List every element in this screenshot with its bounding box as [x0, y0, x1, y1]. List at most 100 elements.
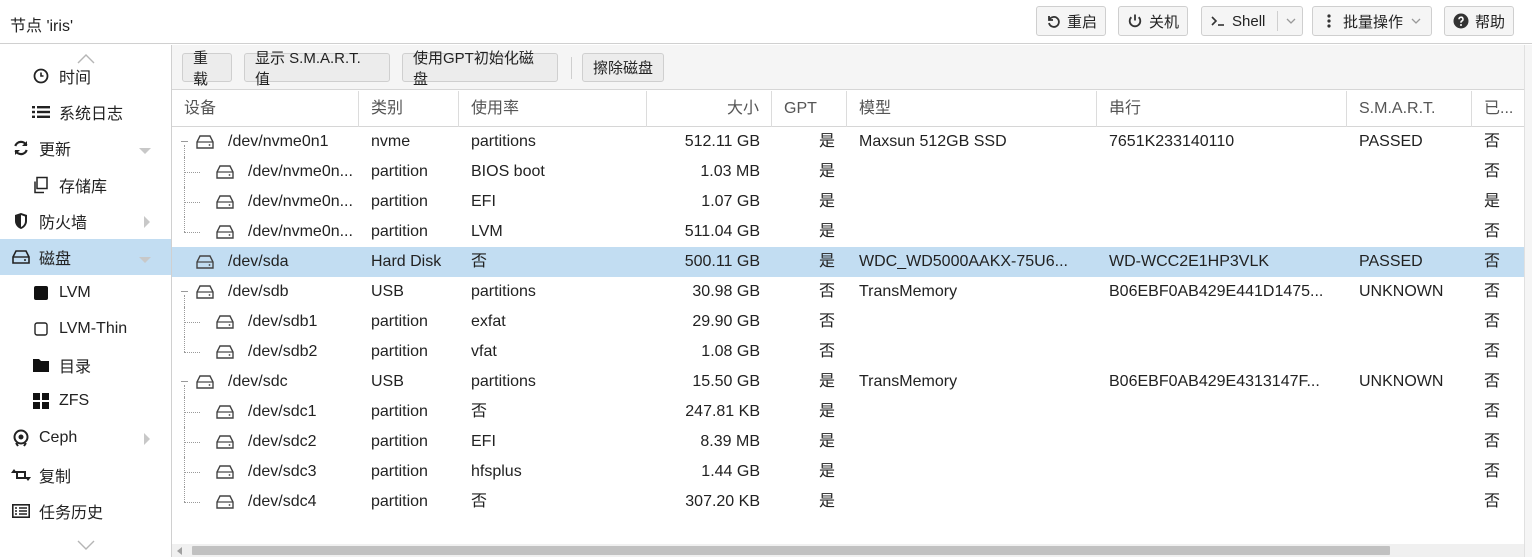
sidebar-item-syslog[interactable]: 系统日志 — [0, 94, 171, 130]
help-button[interactable]: 帮助 — [1444, 6, 1515, 36]
tree-expander[interactable] — [181, 141, 188, 142]
column-header-serial[interactable]: 串行 — [1097, 91, 1347, 127]
horizontal-scrollbar[interactable] — [172, 544, 1524, 557]
cell-gpt: 是 — [818, 463, 835, 480]
chevron-down-icon — [1409, 18, 1423, 24]
cell-smart — [1347, 427, 1472, 457]
cell-smart — [1347, 457, 1472, 487]
sidebar-item-firewall[interactable]: 防火墙 — [0, 203, 171, 239]
hdd-icon — [196, 285, 214, 299]
vertical-scrollbar[interactable] — [1524, 45, 1532, 557]
chevron-down-icon[interactable] — [0, 537, 171, 553]
cell-type: partition — [371, 403, 428, 420]
table-row[interactable]: /dev/sdc2 partition EFI 8.39 MB 是 否 — [172, 427, 1532, 457]
cell-usage: partitions — [471, 133, 536, 150]
table-row[interactable]: /dev/sdc3 partition hfsplus 1.44 GB 是 否 — [172, 457, 1532, 487]
caret-down-icon[interactable] — [139, 142, 151, 160]
table-row[interactable]: /dev/sdc1 partition 否 247.81 KB 是 否 — [172, 397, 1532, 427]
cell-type: partition — [371, 493, 428, 510]
table-row[interactable]: /dev/sdb2 partition vfat 1.08 GB 否 否 — [172, 337, 1532, 367]
cell-serial — [1097, 337, 1347, 367]
sidebar-item-label: Ceph — [39, 429, 78, 446]
table-row[interactable]: /dev/nvme0n1 nvme partitions 512.11 GB 是 Maxs… — [172, 127, 1532, 157]
table-row[interactable]: /dev/nvme0n... partition LVM 511.04 GB 是 否 — [172, 217, 1532, 247]
tree-connector — [184, 202, 200, 203]
shell-button[interactable]: Shell — [1201, 6, 1304, 36]
table-row[interactable]: /dev/sdc USB partitions 15.50 GB 是 TransMemor… — [172, 367, 1532, 397]
cell-size: 247.81 KB — [685, 403, 760, 420]
cell-usage: exfat — [471, 313, 506, 330]
cell-size: 500.11 GB — [684, 253, 760, 270]
table-row[interactable]: /dev/sdb1 partition exfat 29.90 GB 否 否 — [172, 307, 1532, 337]
sidebar-item-directory[interactable]: 目录 — [0, 347, 171, 383]
tree-connector — [184, 295, 185, 307]
chevron-down-icon[interactable] — [1284, 18, 1298, 24]
cell-mounted: 否 — [1484, 283, 1501, 300]
shutdown-button[interactable]: 关机 — [1118, 6, 1189, 36]
sidebar-item-label: 存储库 — [59, 179, 108, 196]
column-header-model[interactable]: 模型 — [847, 91, 1097, 127]
cell-gpt: 是 — [818, 223, 835, 240]
column-header-smart[interactable]: S.M.A.R.T. — [1347, 91, 1472, 127]
column-header-type[interactable]: 类别 — [359, 91, 459, 127]
sidebar-item-lvm[interactable]: LVM — [0, 275, 171, 311]
cell-model — [847, 337, 1097, 367]
square-outline-icon — [31, 319, 51, 339]
tree-connector — [184, 385, 185, 397]
sidebar-item-updates[interactable]: 更新 — [0, 130, 171, 166]
cell-gpt: 是 — [818, 253, 835, 270]
sidebar-item-label: 更新 — [39, 142, 72, 159]
cell-smart — [1347, 397, 1472, 427]
table-row[interactable]: /dev/nvme0n... partition EFI 1.07 GB 是 是 — [172, 187, 1532, 217]
cell-type: partition — [371, 313, 428, 330]
column-header-size[interactable]: 大小 — [647, 91, 772, 127]
table-row[interactable]: /dev/sdb USB partitions 30.98 GB 否 TransMemor… — [172, 277, 1532, 307]
sidebar-item-lvm-thin[interactable]: LVM-Thin — [0, 311, 171, 347]
cell-model — [847, 187, 1097, 217]
horizontal-scroll-thumb[interactable] — [192, 546, 1390, 555]
caret-right-icon[interactable] — [143, 215, 151, 233]
hdd-icon — [216, 225, 234, 239]
column-header-usage[interactable]: 使用率 — [459, 91, 647, 127]
show-smart-button[interactable]: 显示 S.M.A.R.T. 值 — [244, 50, 390, 88]
sidebar-item-replication[interactable]: 复制 — [0, 457, 171, 493]
cell-mounted: 否 — [1484, 163, 1501, 180]
sidebar-item-task-history[interactable]: 任务历史 — [0, 493, 171, 529]
disk-grid-header: 设备 类别 使用率 大小 GPT 模型 串行 S.M.A.R.T. 已... — [172, 91, 1532, 127]
table-row[interactable]: /dev/nvme0n... partition BIOS boot 1.03 MB 是… — [172, 157, 1532, 187]
caret-right-icon[interactable] — [143, 432, 151, 450]
cell-serial — [1097, 187, 1347, 217]
reboot-button[interactable]: 重启 — [1036, 6, 1107, 36]
tasks-icon — [11, 501, 31, 521]
table-row[interactable]: /dev/sdc4 partition 否 307.20 KB 是 否 — [172, 487, 1532, 517]
cell-gpt: 是 — [818, 193, 835, 210]
cell-gpt: 是 — [818, 133, 835, 150]
tree-expander[interactable] — [181, 291, 188, 292]
sidebar-item-zfs[interactable]: ZFS — [0, 383, 171, 419]
cell-serial — [1097, 307, 1347, 337]
sidebar-item-label: 防火墙 — [39, 215, 88, 232]
wipe-disk-button[interactable]: 擦除磁盘 — [582, 53, 664, 82]
sidebar-item-label: 时间 — [59, 70, 92, 87]
cell-model: TransMemory — [859, 283, 958, 300]
cell-size: 8.39 MB — [700, 433, 760, 450]
toolbar-separator — [571, 57, 572, 79]
cell-mounted: 否 — [1484, 133, 1501, 150]
cell-gpt: 否 — [818, 343, 835, 360]
bulk-actions-button[interactable]: 批量操作 — [1312, 6, 1433, 36]
reload-button[interactable]: 重载 — [182, 50, 232, 88]
hdd-icon — [216, 345, 234, 359]
column-header-device[interactable]: 设备 — [172, 91, 359, 127]
sidebar-item-ceph[interactable]: Ceph — [0, 420, 171, 456]
top-bar: 节点 'iris' 重启 关机 Shell 批量操作 帮助 — [0, 0, 1532, 44]
sidebar-item-repositories[interactable]: 存储库 — [0, 167, 171, 203]
sidebar-item-disks[interactable]: 磁盘 — [0, 239, 171, 275]
sidebar-item-time[interactable]: 时间 — [0, 58, 171, 94]
table-row[interactable]: /dev/sda Hard Disk 否 500.11 GB 是 WDC_WD5000AA… — [172, 247, 1532, 277]
init-gpt-button[interactable]: 使用GPT初始化磁盘 — [402, 50, 558, 88]
reboot-label: 重启 — [1067, 13, 1098, 31]
column-header-gpt[interactable]: GPT — [772, 91, 847, 127]
column-header-mounted[interactable]: 已... — [1472, 91, 1532, 127]
caret-down-icon[interactable] — [139, 251, 151, 269]
tree-expander[interactable] — [181, 381, 188, 382]
